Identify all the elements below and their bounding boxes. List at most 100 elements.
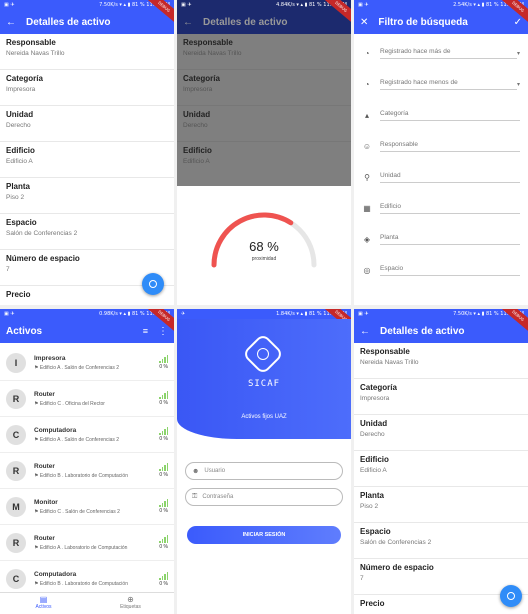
- field-label: Número de espacio: [6, 254, 80, 263]
- avatar: R: [6, 460, 26, 481]
- close-icon[interactable]: ✕: [360, 17, 368, 28]
- signal-indicator: 0 %: [150, 499, 168, 514]
- person-icon: ☻: [192, 467, 200, 475]
- field-value: Impresora: [360, 395, 390, 402]
- pin-icon: ⚲: [364, 172, 370, 182]
- brand-subtitle: Activos fijos UAZ: [241, 414, 287, 420]
- pin-icon: ⚑: [34, 508, 39, 515]
- filter-building[interactable]: ▦ Edificio: [354, 193, 528, 224]
- signal-indicator: 0 %: [150, 463, 168, 478]
- password-input[interactable]: ⚿ Contraseña: [185, 488, 343, 506]
- check-icon[interactable]: ✓: [514, 17, 522, 28]
- detail-list: Responsable Nereida Navas Trillo Categorí…: [354, 343, 528, 614]
- asset-location: Edificio B . Laboratorio de Computación: [39, 581, 128, 587]
- asset-name: Router: [34, 390, 55, 398]
- person-icon: ☺: [362, 141, 372, 151]
- username-input[interactable]: ☻ Usuario: [185, 462, 343, 480]
- net-speed: 0.98K/s: [99, 311, 118, 317]
- app-bar: Activos ≡ ⋮: [0, 319, 174, 343]
- proximity-caption: proximidad: [251, 256, 277, 262]
- filter-newer-than[interactable]: ◔ Registrado hace menos de ▾: [354, 69, 528, 100]
- login-header: SICAF Activos fijos UAZ: [177, 319, 351, 439]
- proximity-fab[interactable]: [500, 585, 522, 607]
- detail-field: Unidad Derecho: [0, 106, 174, 142]
- battery-level: 81 %: [308, 311, 322, 317]
- pin-icon: ⚑: [34, 364, 39, 371]
- detail-field: Edificio Edificio A: [177, 142, 351, 178]
- field-value: Derecho: [360, 431, 385, 438]
- field-value: Piso 2: [6, 194, 25, 201]
- proximity-fab[interactable]: [142, 273, 164, 295]
- target-icon: [149, 280, 157, 288]
- nav-item-tags[interactable]: ⊕ Etiquetas: [87, 593, 174, 614]
- field-label: Responsable: [6, 38, 56, 47]
- field-value: Nereida Navas Trillo: [6, 50, 65, 57]
- bottom-nav: ▤ Activos ⊕ Etiquetas: [0, 592, 174, 614]
- back-arrow-icon[interactable]: ←: [183, 17, 193, 28]
- category-icon: ▴: [364, 110, 369, 120]
- dropdown-arrow-icon: ▾: [516, 82, 520, 88]
- filter-floor[interactable]: ◈ Planta: [354, 224, 528, 255]
- list-item[interactable]: I Impresora ⚑ Edificio A . Salón de Confer…: [0, 345, 174, 381]
- filter-unit[interactable]: ⚲ Unidad: [354, 162, 528, 193]
- more-vert-icon[interactable]: ⋮: [158, 326, 168, 337]
- filter-category[interactable]: ▴ Categoría: [354, 100, 528, 131]
- field-label: Categoría: [360, 383, 397, 392]
- status-icons: ▣ ✈: [4, 2, 15, 8]
- detail-field: Edificio Edificio A: [354, 451, 528, 487]
- app-bar: ← Detalles de activo: [354, 319, 528, 343]
- field-value: Nereida Navas Trillo: [183, 50, 242, 57]
- field-label: Unidad: [183, 110, 211, 119]
- avatar: I: [6, 352, 26, 373]
- asset-list: I Impresora ⚑ Edificio A . Salón de Confer…: [0, 343, 174, 597]
- status-icons: ▣ ✈: [358, 311, 369, 317]
- screen-asset-detail-2: ▣ ✈ 7.50K/s ▾ ▴ ▮ 81 % 11:36 AM DEBUG ← …: [354, 309, 528, 614]
- filter-list: ◔ Registrado hace más de ▾ ◔ Registrado hac…: [354, 34, 528, 286]
- status-bar: ▣ ✈ 7.50K/s ▾ ▴ ▮ 81 % 11:36 AM: [354, 309, 528, 319]
- logo-inner-icon: [257, 348, 269, 360]
- status-icons: ✈: [181, 311, 186, 317]
- asset-name: Router: [34, 534, 55, 542]
- field-label: Espacio: [360, 527, 391, 536]
- detail-field: Categoría Impresora: [177, 70, 351, 106]
- signal-bars-icon: [150, 391, 168, 399]
- brand-name: SICAF: [247, 379, 281, 389]
- list-item[interactable]: R Router ⚑ Edificio A . Laboratorio de Com…: [0, 525, 174, 561]
- dimmed-detail-list: Responsable Nereida Navas Trillo Categorí…: [177, 34, 351, 186]
- field-value: Edificio A: [183, 158, 210, 165]
- battery-level: 81 %: [485, 311, 499, 317]
- page-title: Detalles de activo: [380, 325, 465, 337]
- filter-responsible[interactable]: ☺ Responsable: [354, 131, 528, 162]
- list-item[interactable]: R Router ⚑ Edificio B . Laboratorio de Com…: [0, 453, 174, 489]
- asset-name: Computadora: [34, 426, 77, 434]
- back-arrow-icon[interactable]: ←: [360, 326, 370, 337]
- nav-item-assets[interactable]: ▤ Activos: [0, 593, 87, 614]
- list-item[interactable]: M Monitor ⚑ Edificio C . Salón de Conferen…: [0, 489, 174, 525]
- login-button[interactable]: INICIAR SESIÓN: [187, 526, 341, 544]
- field-value: Derecho: [6, 122, 31, 129]
- field-label: Número de espacio: [360, 563, 434, 572]
- filter-space[interactable]: ◎ Espacio: [354, 255, 528, 286]
- filter-older-than[interactable]: ◔ Registrado hace más de ▾: [354, 38, 528, 69]
- signal-bars-icon: [150, 571, 168, 580]
- back-arrow-icon[interactable]: ←: [6, 17, 16, 28]
- status-bar: ▣ ✈ 2.54K/s ▾ ▴ ▮ 81 % 11:36 AM: [354, 0, 528, 10]
- detail-field: Categoría Impresora: [354, 379, 528, 415]
- filter-icon[interactable]: ≡: [143, 326, 148, 336]
- signal-bars-icon: [150, 499, 168, 507]
- signal-indicator: 0 %: [150, 427, 168, 442]
- detail-field: Unidad Derecho: [177, 106, 351, 142]
- battery-level: 81 %: [308, 2, 322, 8]
- net-speed: 1.84K/s: [276, 311, 295, 317]
- list-item[interactable]: R Router ⚑ Edificio C . Oficina del Rector…: [0, 381, 174, 417]
- pin-icon: ⚑: [34, 544, 39, 551]
- app-bar: ✕ Filtro de búsqueda ✓: [354, 10, 528, 34]
- screen-filter: ▣ ✈ 2.54K/s ▾ ▴ ▮ 81 % 11:36 AM DEBUG ✕ …: [354, 0, 528, 305]
- status-bar: ✈ 1.84K/s ▾ ▴ ▮ 81 % 11:36 AM: [177, 309, 351, 319]
- asset-name: Impresora: [34, 354, 66, 362]
- field-value: 7: [360, 575, 364, 582]
- field-label: Responsable: [183, 38, 233, 47]
- list-item[interactable]: C Computadora ⚑ Edificio A . Salón de Conf…: [0, 417, 174, 453]
- avatar: C: [6, 424, 26, 445]
- field-value: Edificio A: [360, 467, 387, 474]
